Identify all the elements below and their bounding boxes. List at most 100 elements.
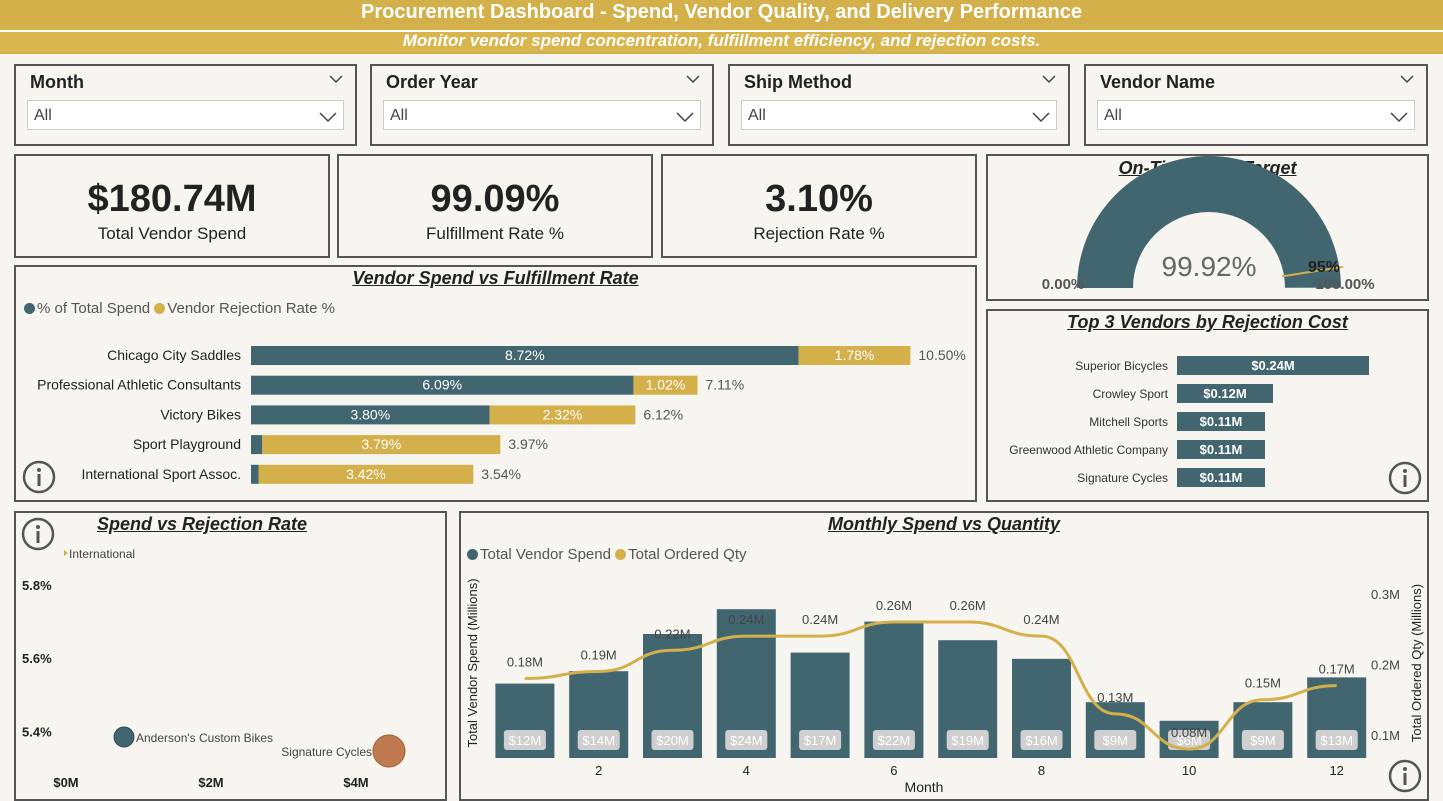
x-tick-label: 10 (1182, 763, 1196, 778)
filter-ship-method-dropdown[interactable]: All (741, 100, 1057, 130)
bar-data-label: 6.09% (422, 377, 462, 393)
total-label: 7.11% (706, 377, 745, 393)
kpi-label: Fulfillment Rate % (426, 224, 564, 243)
x-tick-label: 6 (890, 763, 897, 778)
y-tick-label: 5.6% (22, 651, 52, 666)
filter-order-year-dropdown[interactable]: All (383, 100, 701, 130)
category-label: Greenwood Athletic Company (1009, 443, 1168, 457)
category-label: Crowley Sport (1093, 387, 1169, 401)
chevron-down-icon[interactable] (1032, 111, 1050, 123)
point-label: Anderson's Custom Bikes (136, 731, 273, 745)
scatter-point (64, 550, 68, 556)
chevron-down-icon[interactable] (686, 72, 700, 86)
kpi-value: $180.74M (87, 178, 257, 220)
bar-data-label: 1.02% (646, 377, 686, 393)
filter-vendor-name[interactable]: Vendor Name All (1084, 64, 1428, 146)
y-axis-label-right: Total Ordered Qty (Millions) (1409, 584, 1424, 742)
line-data-label: 0.17M (1319, 662, 1355, 677)
line-data-label: 0.08M (1171, 725, 1207, 740)
filter-ship-method[interactable]: Ship Method All (728, 64, 1070, 146)
gauge-panel: On-Time % vs Target 99.92% 0.00% 100.00%… (986, 154, 1429, 301)
category-label: Chicago City Saddles (107, 347, 241, 363)
line-data-label: 0.19M (581, 647, 617, 662)
x-tick-label: 4 (743, 763, 750, 778)
vendor-spend-panel: Vendor Spend vs Fulfillment Rate % of To… (14, 265, 977, 502)
gauge-min-label: 0.00% (1042, 276, 1085, 293)
line-data-label: 0.26M (950, 598, 986, 613)
filter-label: Ship Method (744, 72, 852, 92)
filter-value: All (748, 107, 766, 124)
scatter-point (113, 726, 135, 748)
kpi-label: Total Vendor Spend (97, 224, 247, 243)
x-tick-label: 2 (595, 763, 602, 778)
category-label: Mitchell Sports (1089, 415, 1168, 429)
kpi-label: Rejection Rate % (753, 224, 885, 243)
spend-bar (251, 464, 259, 484)
bar-data-label: $0.11M (1200, 470, 1243, 485)
kpi-value: 99.09% (430, 178, 560, 220)
bar-data-label: $14M (582, 733, 615, 748)
bar-data-label: $0.11M (1200, 442, 1243, 457)
bar-data-label: $0.11M (1200, 414, 1243, 429)
filter-value: All (1104, 107, 1122, 124)
total-label: 3.97% (508, 436, 548, 452)
kpi-total-vendor-spend: $180.74M Total Vendor Spend (14, 154, 330, 258)
filter-month[interactable]: Month All (14, 64, 357, 146)
filter-order-year[interactable]: Order Year All (370, 64, 714, 146)
bar-data-label: $9M (1250, 733, 1275, 748)
dashboard-header: Procurement Dashboard - Spend, Vendor Qu… (0, 0, 1443, 54)
info-icon[interactable] (22, 460, 56, 494)
filter-label: Month (30, 72, 84, 92)
filter-label: Order Year (386, 72, 478, 92)
chevron-down-icon[interactable] (1042, 72, 1056, 86)
chevron-down-icon[interactable] (1390, 111, 1408, 123)
kpi-rejection-rate: 3.10% Rejection Rate % (661, 154, 977, 258)
bar-data-label: $0.24M (1251, 358, 1294, 373)
scatter-point (372, 734, 406, 768)
right-tick-label: 0.2M (1371, 657, 1400, 672)
dashboard-title: Procurement Dashboard - Spend, Vendor Qu… (361, 1, 1082, 23)
line-data-label: 0.24M (1023, 612, 1059, 627)
bar-data-label: $9M (1103, 733, 1128, 748)
bar-data-label: 1.78% (835, 347, 875, 363)
monthly-panel: Monthly Spend vs Quantity Total Vendor S… (459, 511, 1429, 801)
filter-vendor-name-dropdown[interactable]: All (1097, 100, 1415, 130)
rejection-cost-panel: Top 3 Vendors by Rejection Cost Superior… (986, 309, 1429, 502)
monthly-chart: Total Vendor Spend (Millions) Total Order… (465, 578, 1424, 795)
info-icon[interactable] (1388, 759, 1422, 793)
bar-data-label: $16M (1025, 733, 1058, 748)
right-tick-label: 0.1M (1371, 728, 1400, 743)
line-data-label: 0.13M (1097, 690, 1133, 705)
x-tick-label: $2M (198, 775, 223, 790)
chevron-down-icon[interactable] (676, 111, 694, 123)
filter-label: Vendor Name (1100, 72, 1216, 92)
x-tick-label: 8 (1038, 763, 1045, 778)
info-icon[interactable] (21, 517, 55, 551)
scatter-chart: 5.8% 5.6% 5.4% $0M $2M $4M International Anders… (22, 547, 406, 790)
chevron-down-icon[interactable] (319, 111, 337, 123)
x-tick-label: $4M (343, 775, 368, 790)
dashboard-subtitle: Monitor vendor spend concentration, fulf… (402, 31, 1041, 50)
bar-data-label: $12M (509, 733, 542, 748)
gauge-max-label: 100.00% (1315, 276, 1374, 293)
y-tick-label: 5.4% (22, 724, 52, 739)
category-label: Signature Cycles (1077, 471, 1168, 485)
total-label: 3.54% (481, 466, 521, 482)
x-axis-label: Month (905, 779, 944, 795)
chevron-down-icon[interactable] (1400, 72, 1414, 86)
info-icon[interactable] (1388, 461, 1422, 495)
line-data-label: 0.26M (876, 598, 912, 613)
chevron-down-icon[interactable] (329, 72, 343, 86)
bar-data-label: $17M (804, 733, 837, 748)
category-label: International Sport Assoc. (81, 466, 241, 482)
spend-bar (251, 435, 263, 455)
total-label: 6.12% (643, 406, 683, 422)
filter-month-dropdown[interactable]: All (27, 100, 344, 130)
bar-data-label: 3.79% (361, 436, 401, 452)
bar-data-label: 3.80% (350, 406, 390, 422)
point-label: International (69, 547, 135, 561)
category-label: Superior Bicycles (1075, 359, 1168, 373)
bar-data-label: $22M (878, 733, 911, 748)
gauge-chart: 99.92% 0.00% 100.00% 95% (1042, 156, 1375, 293)
rejection-cost-chart: Superior Bicycles $0.24M Crowley Sport $0.1… (1009, 356, 1369, 487)
